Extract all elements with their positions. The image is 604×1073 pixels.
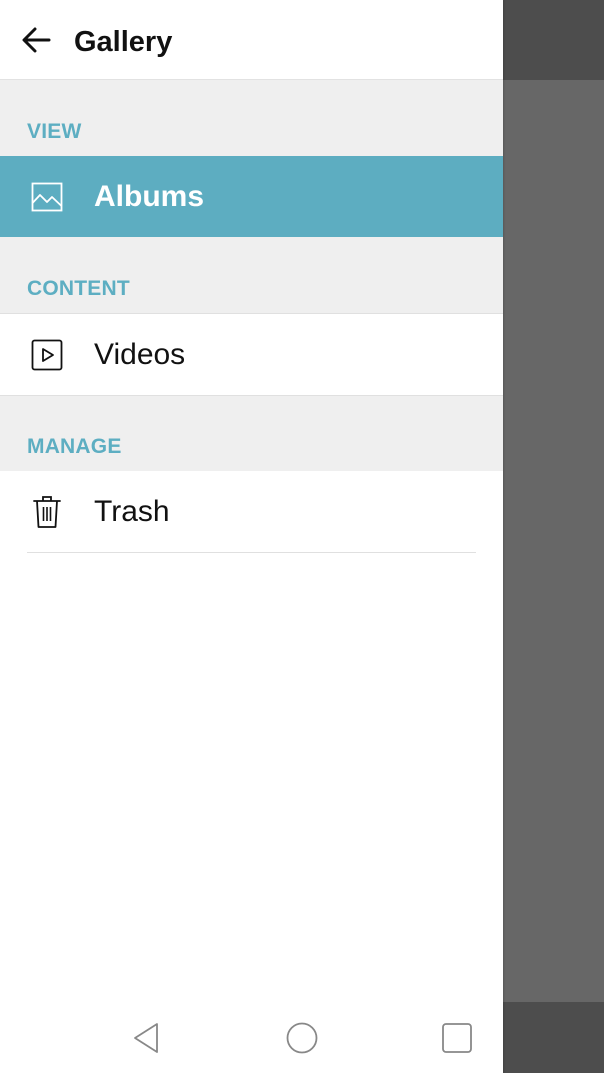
home-circle-icon bbox=[286, 1022, 318, 1054]
arrow-left-icon bbox=[22, 27, 51, 53]
section-label-content: CONTENT bbox=[27, 277, 130, 300]
play-box-icon bbox=[30, 338, 64, 372]
menu-item-label: Videos bbox=[94, 337, 186, 371]
section-label-view: VIEW bbox=[27, 120, 82, 143]
nav-home-button[interactable] bbox=[282, 1018, 322, 1058]
trash-icon bbox=[30, 495, 64, 529]
nav-recents-button[interactable] bbox=[437, 1018, 477, 1058]
section-header-manage: MANAGE bbox=[0, 396, 503, 471]
recents-square-icon bbox=[442, 1023, 472, 1053]
divider bbox=[27, 552, 476, 553]
section-header-content: CONTENT bbox=[0, 237, 503, 313]
image-icon bbox=[30, 180, 64, 214]
drawer-title: Gallery bbox=[74, 26, 173, 58]
menu-item-videos[interactable]: Videos bbox=[0, 313, 503, 396]
navigation-drawer: Gallery VIEW Albums CONTENT Videos MANAG… bbox=[0, 0, 503, 1073]
menu-item-label: Albums bbox=[94, 179, 205, 213]
menu-item-trash[interactable]: Trash bbox=[0, 471, 503, 552]
system-navbar bbox=[0, 1002, 503, 1073]
drawer-header: Gallery bbox=[0, 0, 503, 80]
nav-back-button[interactable] bbox=[126, 1018, 166, 1058]
menu-item-albums[interactable]: Albums bbox=[0, 156, 503, 237]
menu-item-label: Trash bbox=[94, 494, 170, 528]
back-button[interactable] bbox=[18, 22, 54, 58]
back-triangle-icon bbox=[134, 1023, 158, 1053]
section-label-manage: MANAGE bbox=[27, 435, 122, 458]
section-header-view: VIEW bbox=[0, 80, 503, 156]
